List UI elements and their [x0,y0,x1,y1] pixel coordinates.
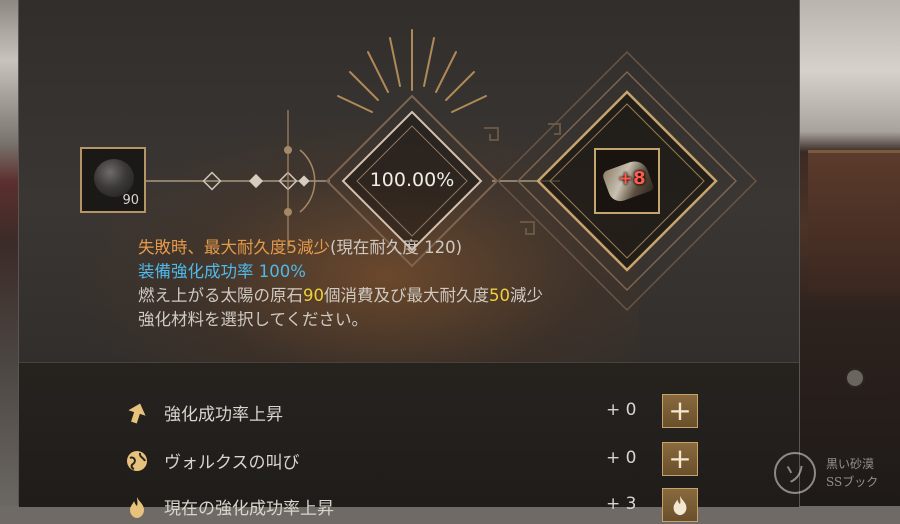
success-rate-display: 100.00% [369,169,455,191]
connector-node [248,173,264,189]
consumption-item-name: 燃え上がる太陽の原石 [138,286,303,305]
rays-decoration [337,29,487,113]
option-row-volks-cry: ヴォルクスの叫び + 0 + [120,442,720,478]
watermark: ソ 黒い砂漠 SSブック [774,450,894,500]
option-value: + 0 [606,400,637,420]
success-rate-text: 装備強化成功率 100% [138,262,306,281]
watermark-logo-icon: ソ [774,452,816,494]
option-value: + 3 [606,494,637,514]
current-durability-text: (現在耐久度 120) [330,238,463,257]
option-row-success-up: 強化成功率上昇 + 0 + [120,394,720,430]
bracket-dot [284,146,292,154]
material-count: 90 [122,193,139,208]
globe-icon [124,448,150,474]
bracket-dot [284,208,292,216]
durability-loss-text: 失敗時、最大耐久度5減少 [138,238,330,257]
option-value: + 0 [606,448,637,468]
consumption-end-text: 減少 [510,286,543,305]
consumption-text: 燃え上がる太陽の原石90個消費及び最大耐久度50減少 [138,284,543,308]
flame-icon [124,494,150,520]
durability-warning: 失敗時、最大耐久度5減少(現在耐久度 120) [138,236,543,260]
connector-node [298,175,310,187]
option-label: 強化成功率上昇 [164,405,283,425]
flame-button[interactable] [662,488,698,522]
select-material-text: 強化材料を選択してください。 [138,310,369,329]
option-row-current-rate-up: 現在の強化成功率上昇 + 3 [120,488,720,524]
durability-loss-amount: 50 [489,286,510,305]
option-label: 現在の強化成功率上昇 [164,499,334,519]
black-stone-icon [94,159,134,197]
enhance-level-badge: +8 [618,168,646,189]
enhance-info: 失敗時、最大耐久度5減少(現在耐久度 120) 装備強化成功率 100% 燃え上… [138,236,543,332]
result-item-slot[interactable]: +8 [594,148,660,214]
watermark-line1: 黒い砂漠 [826,457,875,471]
material-slot[interactable]: 90 [80,147,146,213]
arrow-up-icon [124,400,150,426]
option-label: ヴォルクスの叫び [164,453,300,473]
add-button[interactable]: + [662,394,698,428]
consumption-count: 90 [303,286,324,305]
add-button[interactable]: + [662,442,698,476]
consumption-mid-text: 個消費及び最大耐久度 [324,286,489,305]
watermark-line2: SSブック [826,475,879,489]
